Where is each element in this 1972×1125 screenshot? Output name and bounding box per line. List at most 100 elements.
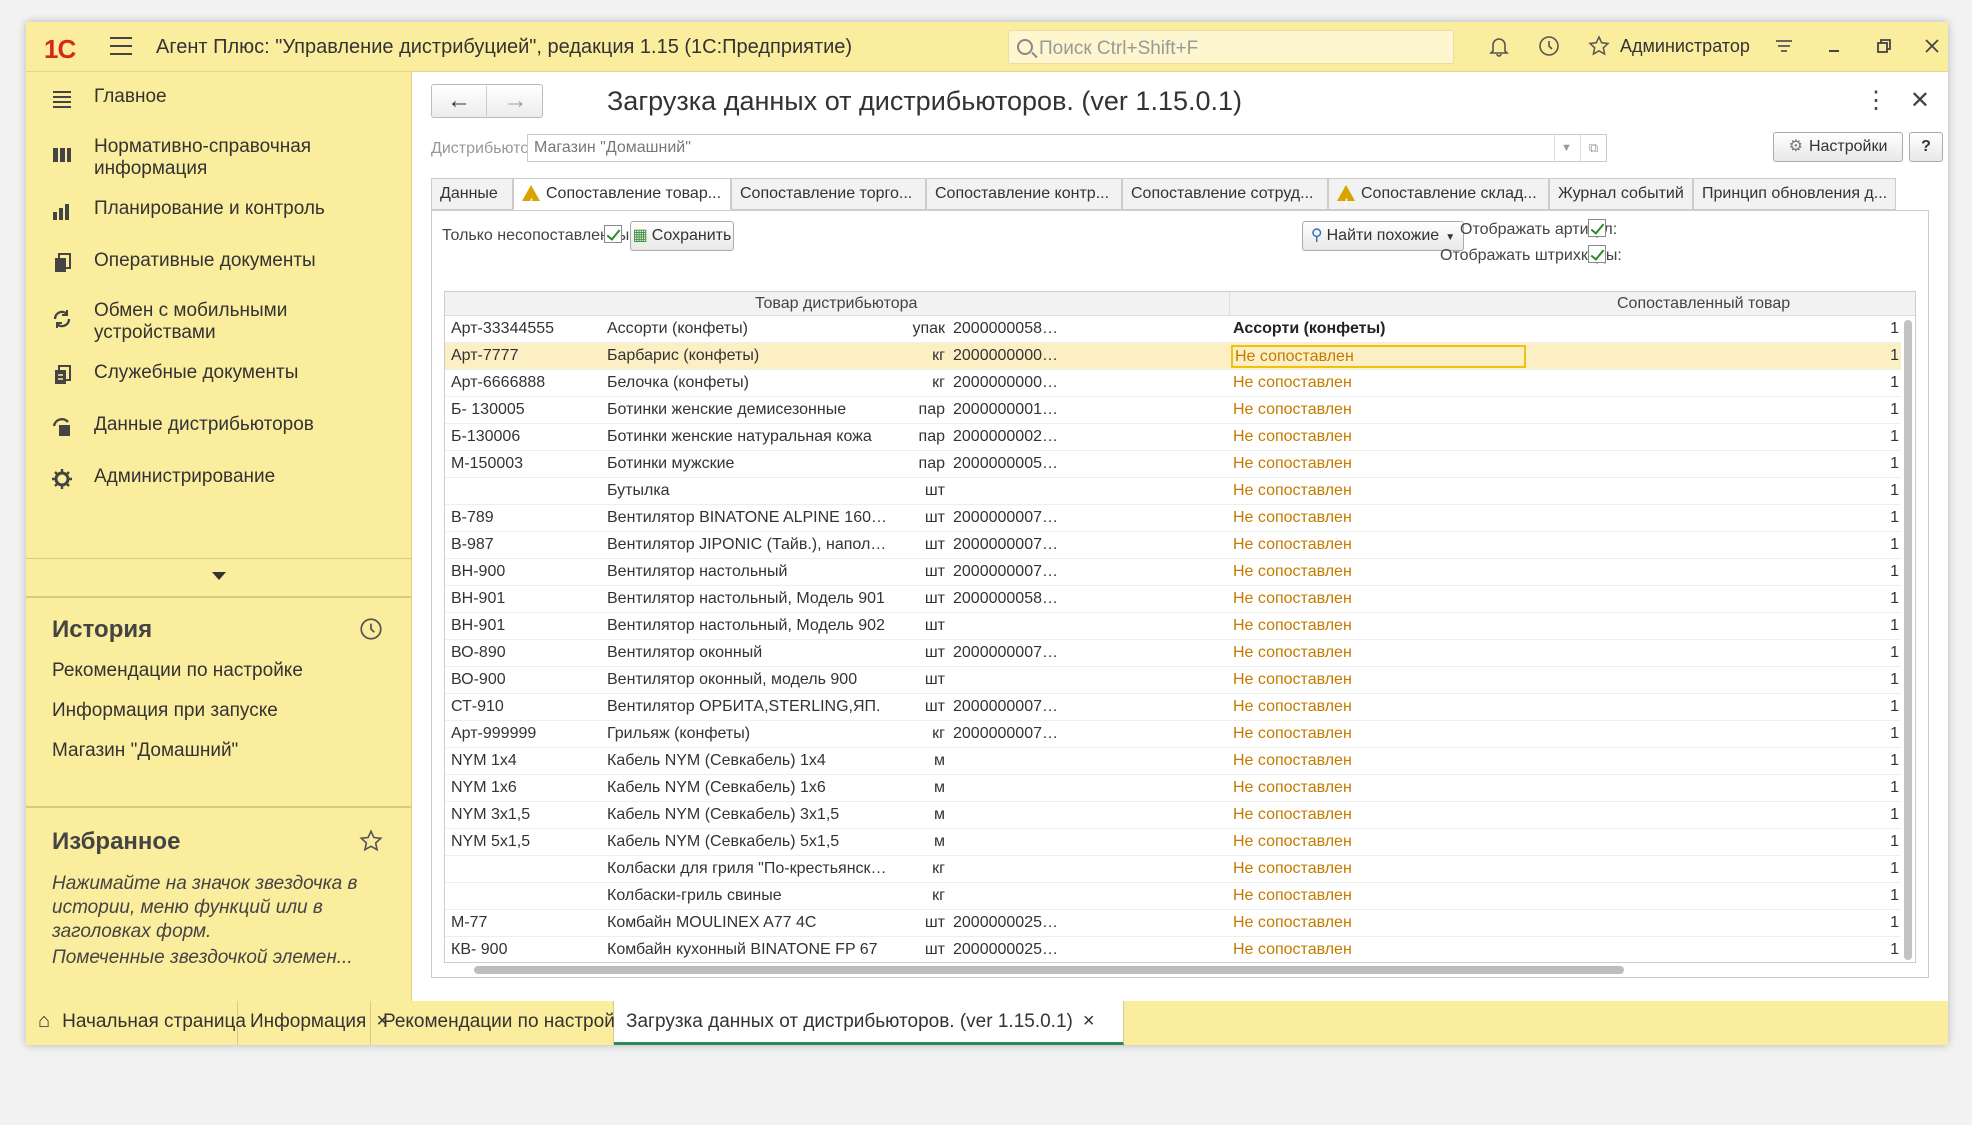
open-icon[interactable]: ⧉ — [1580, 135, 1606, 161]
tab-trade-points-matching[interactable]: Сопоставление торго... — [731, 178, 926, 210]
cell-matched-goods[interactable]: Не сопоставлен — [1231, 617, 1526, 635]
table-row[interactable]: М-150003 Ботинки мужские пар 2000000005508;… — [445, 451, 1901, 478]
column-header-matched-goods[interactable]: Сопоставленный товар — [1617, 295, 1790, 313]
table-row[interactable]: Колбаски-гриль свиные кг Не сопоставлен 1 — [445, 883, 1901, 910]
close-window-icon[interactable] — [1919, 34, 1945, 60]
table-row[interactable]: Колбаски для гриля "По-крестьянски" (охл… — [445, 856, 1901, 883]
cell-matched-goods[interactable]: Не сопоставлен — [1231, 671, 1526, 689]
table-row[interactable]: СТ-910 Вентилятор ОРБИТА,STERLING,ЯП. шт 20… — [445, 694, 1901, 721]
table-row[interactable]: Б-130006 Ботинки женские натуральная кожа… — [445, 424, 1901, 451]
settings-button[interactable]: ⚙ Настройки — [1773, 132, 1903, 162]
table-row[interactable]: Арт-33344555 Ассорти (конфеты) упак 2000000… — [445, 316, 1901, 343]
cell-matched-goods[interactable]: Не сопоставлен — [1231, 345, 1526, 368]
table-row[interactable]: Арт-999999 Грильяж (конфеты) кг 20000000078… — [445, 721, 1901, 748]
table-row[interactable]: ВН-900 Вентилятор настольный шт 20000000078… — [445, 559, 1901, 586]
history-icon[interactable] — [1536, 34, 1562, 60]
minimize-icon[interactable] — [1821, 34, 1847, 60]
cell-matched-goods[interactable]: Не сопоставлен — [1231, 482, 1526, 500]
star-icon[interactable] — [1586, 34, 1612, 60]
table-row[interactable]: Арт-7777 Барбарис (конфеты) кг 200000000006… — [445, 343, 1901, 370]
cell-matched-goods[interactable]: Не сопоставлен — [1231, 806, 1526, 824]
window-tab-info[interactable]: Информация × — [238, 1001, 388, 1045]
table-row[interactable]: ВО-900 Вентилятор оконный, модель 900 шт Не… — [445, 667, 1901, 694]
show-barcodes-checkbox[interactable] — [1588, 245, 1606, 263]
cell-matched-goods[interactable]: Не сопоставлен — [1231, 509, 1526, 527]
cell-matched-goods[interactable]: Не сопоставлен — [1231, 374, 1526, 392]
forward-arrow-icon[interactable]: → — [488, 86, 543, 116]
table-row[interactable]: Арт-6666888 Белочка (конфеты) кг 2000000000… — [445, 370, 1901, 397]
cell-matched-goods[interactable]: Не сопоставлен — [1231, 887, 1526, 905]
horizontal-scrollbar[interactable] — [444, 963, 1916, 977]
history-item[interactable]: Информация при запуске — [52, 700, 278, 722]
table-row[interactable]: ВН-901 Вентилятор настольный, Модель 901 ш… — [445, 586, 1901, 613]
cell-matched-goods[interactable]: Не сопоставлен — [1231, 941, 1526, 959]
user-name[interactable]: Администратор — [1620, 36, 1750, 57]
close-form-icon[interactable]: ✕ — [1910, 86, 1930, 115]
search-input[interactable]: Поиск Ctrl+Shift+F — [1008, 30, 1454, 64]
cell-matched-goods[interactable]: Не сопоставлен — [1231, 725, 1526, 743]
scroll-thumb[interactable] — [474, 966, 1624, 974]
table-row[interactable]: В-789 Вентилятор BINATONE ALPINE 160вт, н… — [445, 505, 1901, 532]
tab-warehouses-matching[interactable]: Сопоставление склад... — [1328, 178, 1549, 210]
close-tab-icon[interactable]: × — [1083, 1010, 1095, 1032]
sidebar-item-planning[interactable]: Планирование и контроль — [26, 192, 412, 240]
window-tab-recommendations[interactable]: Рекомендации по настройке× — [371, 1001, 656, 1045]
table-row[interactable]: NYM 3x1,5 Кабель NYM (Севкабель) 3х1,5 м Не… — [445, 802, 1901, 829]
history-item[interactable]: Рекомендации по настройке — [52, 660, 303, 682]
settings-menu-icon[interactable] — [1771, 34, 1797, 60]
tab-update-principle[interactable]: Принцип обновления д... — [1693, 178, 1896, 210]
sidebar-item-operational-docs[interactable]: Оперативные документы — [26, 244, 412, 292]
more-actions-icon[interactable]: ⋮ — [1864, 86, 1888, 115]
cell-matched-goods[interactable]: Не сопоставлен — [1231, 752, 1526, 770]
cell-matched-goods[interactable]: Не сопоставлен — [1231, 644, 1526, 662]
cell-matched-goods[interactable]: Не сопоставлен — [1231, 536, 1526, 554]
only-unmatched-checkbox[interactable] — [604, 225, 622, 243]
tab-contractors-matching[interactable]: Сопоставление контр... — [926, 178, 1122, 210]
cell-matched-goods[interactable]: Не сопоставлен — [1231, 779, 1526, 797]
cell-matched-goods[interactable]: Не сопоставлен — [1231, 563, 1526, 581]
tab-data[interactable]: Данные — [431, 178, 513, 210]
column-header-distributor-goods[interactable]: Товар дистрибьютора — [755, 295, 917, 313]
cell-matched-goods[interactable]: Ассорти (конфеты) — [1231, 320, 1526, 338]
history-item[interactable]: Магазин "Домашний" — [52, 740, 238, 762]
window-tab-home[interactable]: ⌂ Начальная страница — [26, 1001, 246, 1045]
back-arrow-icon[interactable]: ← — [432, 86, 487, 116]
tab-employees-matching[interactable]: Сопоставление сотруд... — [1122, 178, 1328, 210]
table-row[interactable]: ВО-890 Вентилятор оконный шт 2000000007830;… — [445, 640, 1901, 667]
tab-goods-matching[interactable]: Сопоставление товар... — [513, 178, 731, 210]
distributor-field[interactable]: Магазин "Домашний" ▼ ⧉ — [527, 134, 1607, 162]
table-row[interactable]: КВ- 900 Комбайн кухонный BINATONE FP 67 шт… — [445, 937, 1901, 962]
dropdown-arrow-icon[interactable]: ▼ — [1554, 135, 1578, 161]
cell-matched-goods[interactable]: Не сопоставлен — [1231, 428, 1526, 446]
tab-event-log[interactable]: Журнал событий — [1549, 178, 1693, 210]
table-row[interactable]: ВН-901 Вентилятор настольный, Модель 902 ш… — [445, 613, 1901, 640]
cell-matched-goods[interactable]: Не сопоставлен — [1231, 833, 1526, 851]
table-row[interactable]: Б- 130005 Ботинки женские демисезонные пар… — [445, 397, 1901, 424]
restore-icon[interactable] — [1871, 34, 1897, 60]
sidebar-item-distributor-data[interactable]: Данные дистрибьюторов — [26, 408, 412, 456]
sidebar-item-main[interactable]: Главное — [26, 80, 412, 128]
cell-matched-goods[interactable]: Не сопоставлен — [1231, 590, 1526, 608]
main-menu-icon[interactable] — [110, 37, 132, 55]
cell-matched-goods[interactable]: Не сопоставлен — [1231, 455, 1526, 473]
table-row[interactable]: Бутылка шт Не сопоставлен 1 — [445, 478, 1901, 505]
sidebar-item-mobile-exchange[interactable]: Обмен с мобильными устройствами — [26, 294, 412, 354]
cell-matched-goods[interactable]: Не сопоставлен — [1231, 698, 1526, 716]
bell-icon[interactable] — [1486, 34, 1512, 60]
sidebar-item-service-docs[interactable]: Служебные документы — [26, 356, 412, 404]
show-article-checkbox[interactable] — [1588, 219, 1606, 237]
cell-matched-goods[interactable]: Не сопоставлен — [1231, 914, 1526, 932]
cell-matched-goods[interactable]: Не сопоставлен — [1231, 401, 1526, 419]
window-tab-data-loading[interactable]: Загрузка данных от дистрибьюторов. (ver … — [614, 1001, 1124, 1045]
table-row[interactable]: М-77 Комбайн MOULINEX A77 4C шт 20000000258… — [445, 910, 1901, 937]
table-row[interactable]: NYM 5x1,5 Кабель NYM (Севкабель) 5х1,5 м Не… — [445, 829, 1901, 856]
expand-arrow-icon[interactable] — [212, 572, 226, 580]
help-button[interactable]: ? — [1909, 132, 1943, 162]
sidebar-item-reference[interactable]: Нормативно-справочная информация — [26, 130, 412, 190]
cell-matched-goods[interactable]: Не сопоставлен — [1231, 860, 1526, 878]
vertical-scrollbar[interactable] — [1901, 316, 1915, 962]
table-row[interactable]: NYM 1x4 Кабель NYM (Севкабель) 1х4 м Не соп… — [445, 748, 1901, 775]
sidebar-item-administration[interactable]: Администрирование — [26, 460, 412, 508]
table-row[interactable]: В-987 Вентилятор JIPONIC (Тайв.), напольн… — [445, 532, 1901, 559]
table-row[interactable]: NYM 1x6 Кабель NYM (Севкабель) 1х6 м Не соп… — [445, 775, 1901, 802]
